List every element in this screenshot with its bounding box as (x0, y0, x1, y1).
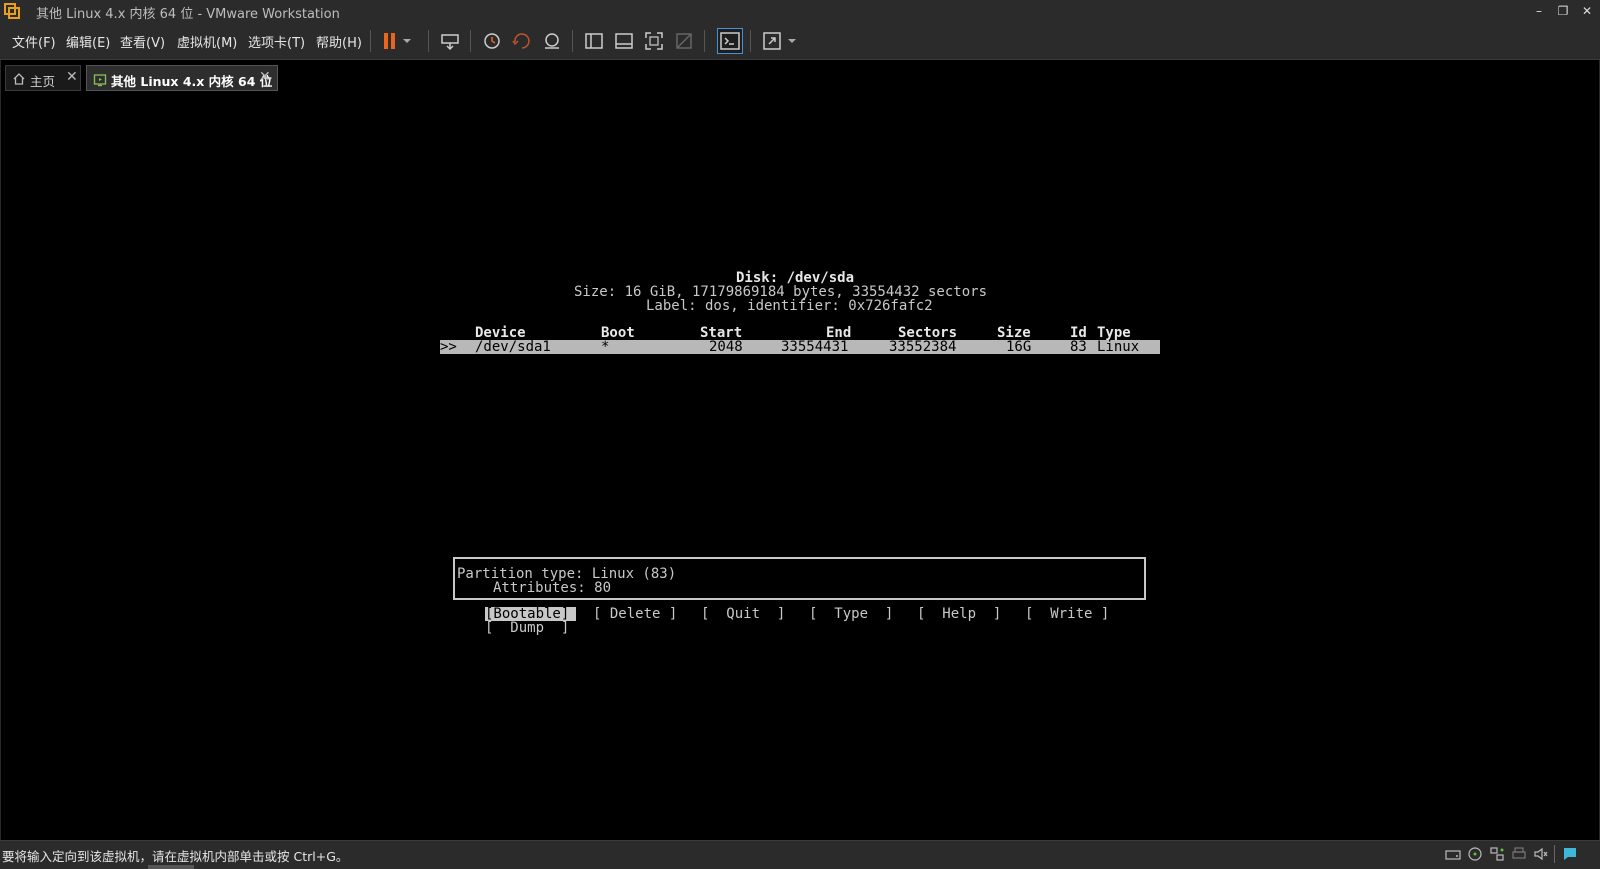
toolbar-separator (470, 30, 471, 52)
toolbar-separator (572, 30, 573, 52)
disk-label-line: Label: dos, identifier: 0x726fafc2 (646, 298, 933, 314)
row-start: 2048 (709, 339, 743, 355)
toolbar-separator (428, 30, 429, 52)
partition-type-line: Partition type: Linux (83) (457, 566, 677, 582)
pause-icon[interactable] (378, 29, 402, 53)
row-type: Linux (1097, 339, 1140, 355)
header-end: End (826, 325, 852, 341)
disk-title: Disk: /dev/sda (736, 270, 855, 286)
stretch-icon[interactable] (760, 29, 784, 53)
thumbnail-bar-icon[interactable] (612, 29, 636, 53)
header-id: Id (1070, 325, 1087, 341)
row-end: 33554431 (781, 339, 849, 355)
revert-snapshot-icon[interactable] (510, 29, 534, 53)
header-sectors: Sectors (898, 325, 958, 341)
tab-home[interactable]: 主页 ✕ (5, 65, 81, 91)
snapshot-manager-icon[interactable] (540, 29, 564, 53)
chevron-down-icon[interactable] (785, 29, 799, 53)
quit-button[interactable]: [ Quit ] (701, 607, 785, 621)
close-tab-icon[interactable]: ✕ (66, 69, 78, 85)
menu-view[interactable]: 查看(V) (120, 32, 165, 51)
row-device: /dev/sda1 (475, 339, 551, 355)
close-tab-icon[interactable]: ✕ (259, 69, 271, 85)
status-bar: 要将输入定向到该虚拟机，请在虚拟机内部单击或按 Ctrl+G。 (0, 840, 1600, 869)
message-icon[interactable] (1562, 846, 1578, 862)
menu-help[interactable]: 帮助(H) (316, 32, 362, 51)
row-id: 83 (1070, 339, 1087, 355)
tab-label: 主页 (30, 74, 56, 89)
dump-button[interactable]: [ Dump ] (485, 621, 569, 635)
row-size: 16G (1006, 339, 1032, 355)
menu-tabs[interactable]: 选项卡(T) (248, 32, 305, 51)
menu-toolbar: 文件(F) 编辑(E) 查看(V) 虚拟机(M) 选项卡(T) 帮助(H) (0, 23, 1600, 60)
toolbar-separator (704, 30, 705, 52)
header-size: Size (997, 325, 1031, 341)
vmware-logo-icon (4, 3, 20, 19)
disk-size-line: Size: 16 GiB, 17179869184 bytes, 3355443… (574, 284, 988, 300)
menu-vm[interactable]: 虚拟机(M) (177, 32, 237, 51)
attributes-line: Attributes: 80 (493, 580, 612, 596)
header-type: Type (1097, 325, 1131, 341)
close-button[interactable]: ✕ (1576, 0, 1598, 23)
vm-icon (93, 72, 107, 87)
printer-icon[interactable] (1511, 846, 1527, 862)
snapshot-icon[interactable] (480, 29, 504, 53)
tab-label: 其他 Linux 4.x 内核 64 位 (111, 74, 273, 89)
sound-icon[interactable] (1533, 846, 1549, 862)
title-bar: 其他 Linux 4.x 内核 64 位 - VMware Workstatio… (0, 0, 1600, 23)
toolbar-separator (370, 30, 371, 52)
hard-disk-icon[interactable] (1445, 846, 1461, 862)
header-device: Device (475, 325, 526, 341)
console-view-icon[interactable] (717, 28, 743, 54)
status-separator (1554, 845, 1555, 863)
send-ctrl-alt-del-icon[interactable] (438, 29, 462, 53)
menu-file[interactable]: 文件(F) (12, 32, 56, 51)
minimize-button[interactable]: – (1528, 0, 1550, 23)
frame-border (0, 60, 1, 840)
menu-edit[interactable]: 编辑(E) (66, 32, 110, 51)
home-icon (12, 71, 26, 85)
tab-bar: 主页 ✕ 其他 Linux 4.x 内核 64 位 ✕ (0, 60, 1600, 94)
header-start: Start (700, 325, 743, 341)
header-boot: Boot (601, 325, 635, 341)
type-button[interactable]: [ Type ] (809, 607, 893, 621)
cd-drive-icon[interactable] (1467, 846, 1483, 862)
write-button[interactable]: [ Write ] (1025, 607, 1109, 621)
row-cursor: >> (440, 339, 457, 355)
network-icon[interactable] (1489, 846, 1505, 862)
delete-button[interactable]: [ Delete ] (593, 607, 677, 621)
bootable-button[interactable]: [Bootable] (485, 607, 569, 621)
row-sectors: 33552384 (889, 339, 957, 355)
window-title: 其他 Linux 4.x 内核 64 位 - VMware Workstatio… (36, 7, 340, 22)
toolbar-separator (750, 30, 751, 52)
library-icon[interactable] (582, 29, 606, 53)
unity-icon[interactable] (672, 29, 696, 53)
help-button[interactable]: [ Help ] (917, 607, 1001, 621)
scrollbar-thumb[interactable] (148, 865, 194, 869)
restore-button[interactable]: ❐ (1552, 0, 1574, 23)
tab-vm[interactable]: 其他 Linux 4.x 内核 64 位 ✕ (86, 65, 278, 91)
row-boot: * (601, 339, 610, 355)
chevron-down-icon[interactable] (400, 29, 414, 53)
status-message: 要将输入定向到该虚拟机，请在虚拟机内部单击或按 Ctrl+G。 (2, 849, 349, 864)
fullscreen-icon[interactable] (642, 29, 666, 53)
